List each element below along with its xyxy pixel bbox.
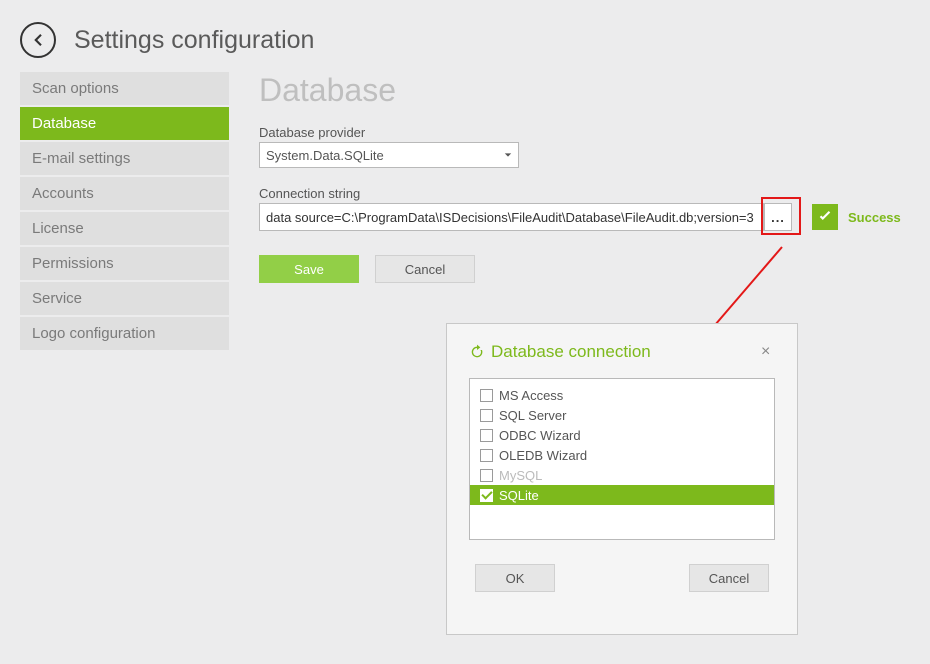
checkbox-icon: [480, 429, 493, 442]
connection-string-input[interactable]: data source=C:\ProgramData\ISDecisions\F…: [259, 203, 764, 231]
connection-string-label: Connection string: [259, 186, 910, 201]
sidebar-item-accounts[interactable]: Accounts: [20, 177, 229, 212]
provider-label: Database provider: [259, 125, 910, 140]
connection-browse-button[interactable]: ...: [764, 203, 792, 231]
sidebar-item-e-mail-settings[interactable]: E-mail settings: [20, 142, 229, 177]
page-title: Settings configuration: [74, 26, 314, 55]
status-icon-box: [812, 204, 838, 230]
db-option-mysql: MySQL: [470, 465, 774, 485]
db-option-oledb-wizard[interactable]: OLEDB Wizard: [470, 445, 774, 465]
sidebar-item-scan-options[interactable]: Scan options: [20, 72, 229, 107]
sidebar-item-label: License: [32, 220, 84, 237]
sidebar-item-permissions[interactable]: Permissions: [20, 247, 229, 282]
sidebar-item-database[interactable]: Database: [20, 107, 229, 142]
db-option-label: SQLite: [499, 488, 539, 503]
checkmark-icon: [816, 208, 834, 226]
chevron-down-icon: [504, 151, 512, 159]
provider-value: System.Data.SQLite: [266, 148, 384, 163]
sidebar-item-label: Logo configuration: [32, 325, 155, 342]
sidebar-item-label: Scan options: [32, 80, 119, 97]
save-button[interactable]: Save: [259, 255, 359, 283]
database-connection-dialog: Database connection × MS Access SQL Serve…: [446, 323, 798, 635]
sidebar-item-service[interactable]: Service: [20, 282, 229, 317]
db-option-label: MS Access: [499, 388, 563, 403]
back-button[interactable]: [20, 22, 56, 58]
db-option-sqlite[interactable]: SQLite: [470, 485, 774, 505]
dialog-ok-button[interactable]: OK: [475, 564, 555, 592]
db-option-ms-access[interactable]: MS Access: [470, 385, 774, 405]
checkbox-icon: [480, 489, 493, 502]
database-option-list: MS Access SQL Server ODBC Wizard OLEDB Wiza…: [469, 378, 775, 540]
sidebar-item-label: Service: [32, 290, 82, 307]
dialog-cancel-button[interactable]: Cancel: [689, 564, 769, 592]
sidebar-item-label: Permissions: [32, 255, 114, 272]
sidebar-item-label: Accounts: [32, 185, 94, 202]
db-option-label: SQL Server: [499, 408, 566, 423]
cancel-button[interactable]: Cancel: [375, 255, 475, 283]
db-option-label: OLEDB Wizard: [499, 448, 587, 463]
dialog-title: Database connection: [491, 342, 651, 362]
checkbox-icon: [480, 389, 493, 402]
provider-select[interactable]: System.Data.SQLite: [259, 142, 519, 168]
sidebar-item-logo-configuration[interactable]: Logo configuration: [20, 317, 229, 352]
section-title: Database: [259, 72, 910, 109]
db-option-label: MySQL: [499, 468, 542, 483]
checkbox-icon: [480, 469, 493, 482]
sidebar-item-label: E-mail settings: [32, 150, 130, 167]
checkbox-icon: [480, 449, 493, 462]
sidebar-item-license[interactable]: License: [20, 212, 229, 247]
db-option-label: ODBC Wizard: [499, 428, 581, 443]
sidebar-item-label: Database: [32, 115, 96, 132]
refresh-icon: [469, 344, 485, 360]
checkbox-icon: [480, 409, 493, 422]
db-option-sql-server[interactable]: SQL Server: [470, 405, 774, 425]
db-option-odbc-wizard[interactable]: ODBC Wizard: [470, 425, 774, 445]
status-label: Success: [848, 210, 901, 225]
settings-sidebar: Scan options Database E-mail settings Accou…: [20, 72, 229, 352]
dialog-close-button[interactable]: ×: [761, 345, 775, 359]
arrow-left-icon: [29, 31, 47, 49]
